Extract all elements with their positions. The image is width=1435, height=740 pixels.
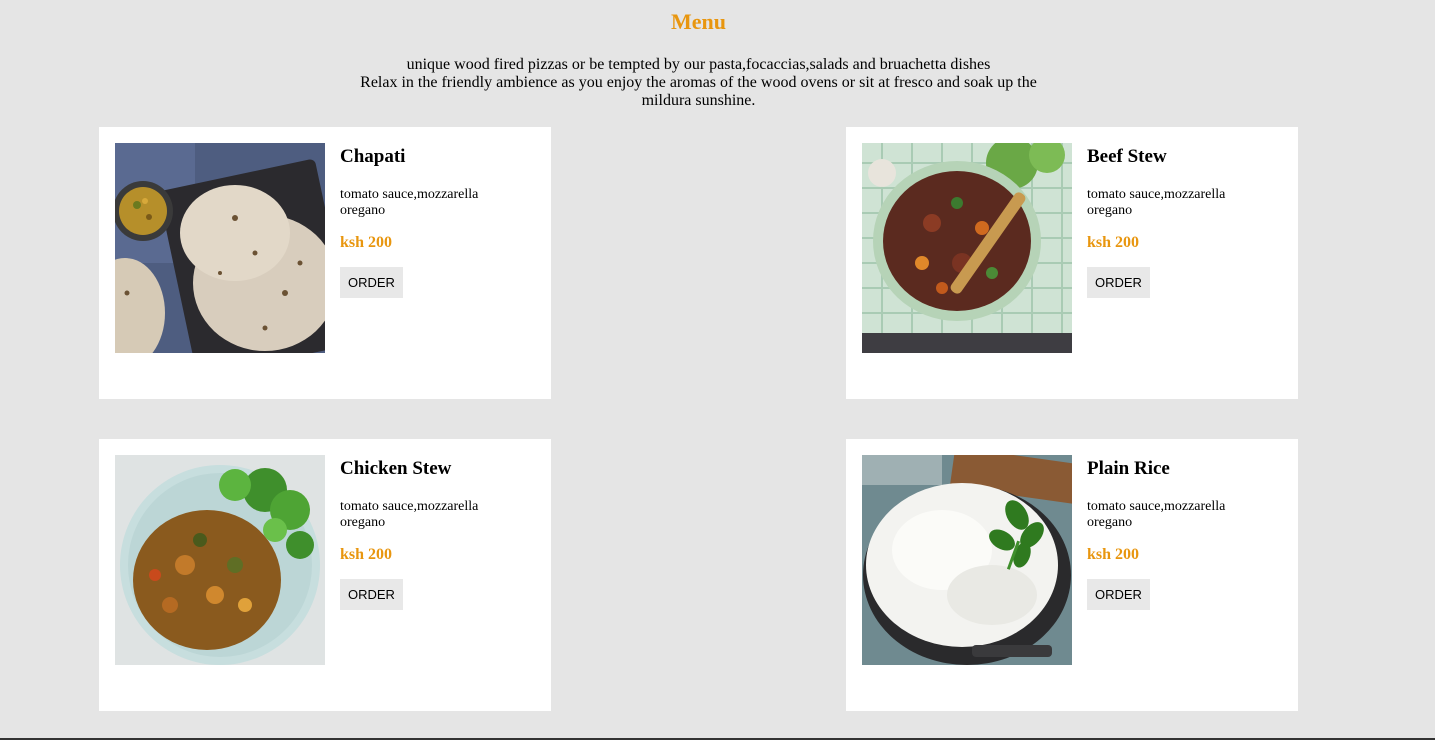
menu-card-plain-rice: Plain Rice tomato sauce,mozzarella orega… [846, 439, 1298, 711]
order-button-beef-stew[interactable]: ORDER [1087, 267, 1150, 298]
item-name: Beef Stew [1087, 146, 1167, 167]
menu-card-beef-stew: Beef Stew tomato sauce,mozzarella oregan… [846, 127, 1298, 399]
intro-line-1: unique wood fired pizzas or be tempted b… [406, 56, 991, 73]
intro-text: unique wood fired pizzas or be tempted b… [340, 56, 1057, 110]
item-price: ksh 200 [1087, 234, 1140, 251]
item-name: Chapati [340, 146, 406, 167]
chapati-photo [115, 143, 325, 353]
order-button-plain-rice[interactable]: ORDER [1087, 579, 1150, 610]
item-price: ksh 200 [1087, 546, 1140, 563]
page-title: Menu [671, 9, 726, 34]
order-button-chapati[interactable]: ORDER [340, 267, 403, 298]
item-price: ksh 200 [340, 234, 393, 251]
item-price: ksh 200 [340, 546, 393, 563]
item-description: tomato sauce,mozzarella oregano [340, 499, 479, 530]
item-name: Plain Rice [1087, 458, 1170, 479]
item-name: Chicken Stew [340, 458, 452, 479]
menu-card-chapati: Chapati tomato sauce,mozzarella oregano … [99, 127, 551, 399]
plain-rice-photo [862, 455, 1072, 665]
intro-line-2: Relax in the friendly ambience as you en… [360, 74, 1037, 109]
item-description: tomato sauce,mozzarella oregano [340, 187, 479, 218]
order-button-chicken-stew[interactable]: ORDER [340, 579, 403, 610]
chicken-stew-photo [115, 455, 325, 665]
item-description: tomato sauce,mozzarella oregano [1087, 499, 1226, 530]
beef-stew-photo [862, 143, 1072, 353]
item-description: tomato sauce,mozzarella oregano [1087, 187, 1226, 218]
menu-card-chicken-stew: Chicken Stew tomato sauce,mozzarella ore… [99, 439, 551, 711]
